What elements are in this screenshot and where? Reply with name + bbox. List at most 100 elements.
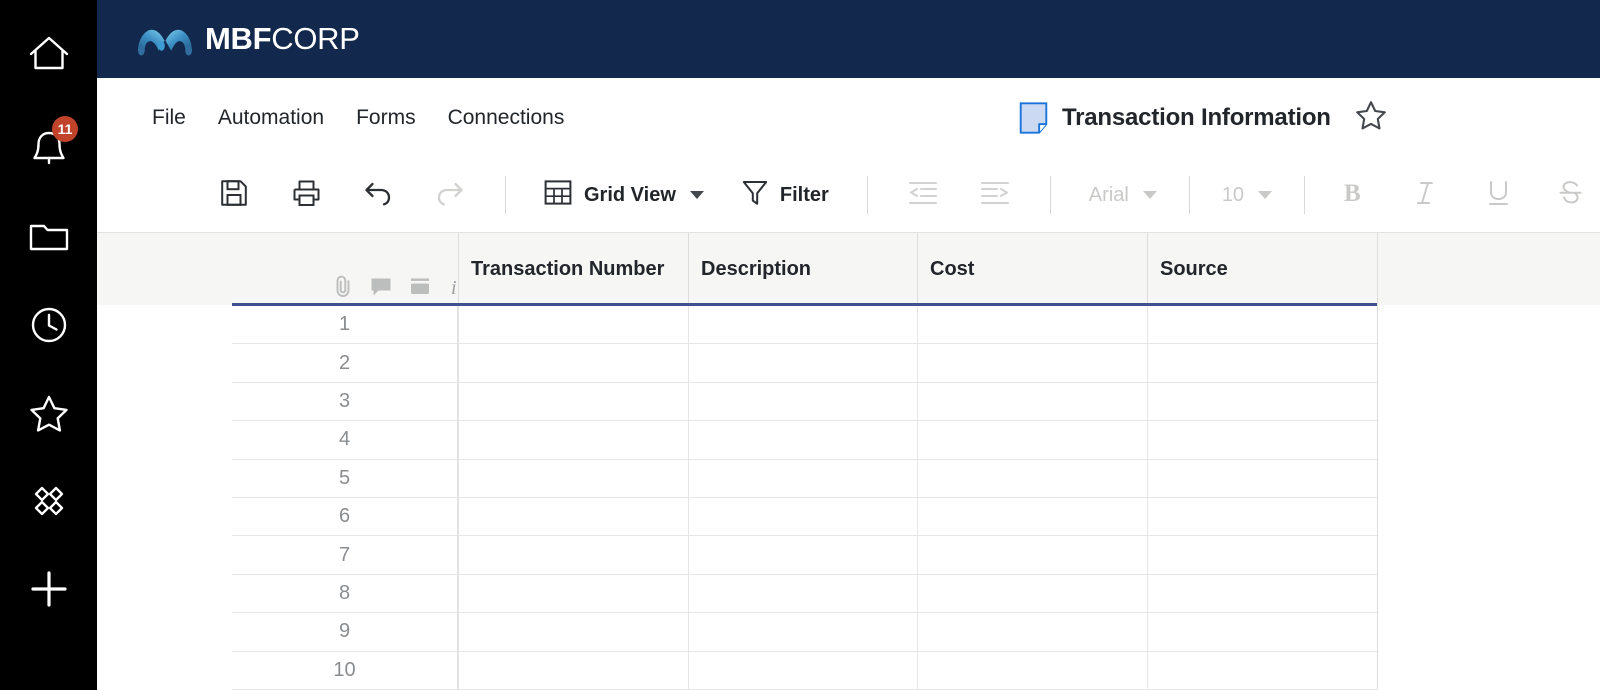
row-number[interactable]: 9 (232, 613, 458, 651)
grid-cell[interactable] (688, 536, 917, 574)
table-row[interactable]: 3 (232, 382, 1378, 422)
grid-cell[interactable] (688, 498, 917, 536)
rail-item-home[interactable] (0, 0, 97, 105)
redo-button[interactable] (427, 172, 473, 218)
grid-cell[interactable] (917, 651, 1147, 689)
table-row[interactable]: 5 (232, 459, 1378, 498)
grid-cell[interactable] (917, 306, 1147, 344)
grid-cell[interactable] (1147, 574, 1378, 613)
grid-cell[interactable] (458, 574, 688, 613)
italic-button[interactable] (1403, 172, 1449, 218)
grid-cell[interactable] (1147, 536, 1378, 574)
row-number[interactable]: 1 (232, 306, 458, 344)
table-row[interactable]: 7 (232, 536, 1378, 575)
font-family-selector[interactable]: Arial (1083, 180, 1163, 211)
undo-button[interactable] (355, 172, 401, 218)
grid-cell[interactable] (1147, 421, 1378, 459)
row-number[interactable]: 3 (232, 382, 458, 421)
comment-icon[interactable] (370, 277, 392, 302)
grid-cell[interactable] (688, 382, 917, 421)
grid-cell[interactable] (458, 613, 688, 651)
strikethrough-button[interactable] (1547, 172, 1593, 218)
underline-button[interactable] (1475, 172, 1521, 218)
brand-logo[interactable]: MBFCORP (136, 21, 360, 57)
table-row[interactable]: 4 (232, 421, 1378, 460)
toolbar-divider-4 (1188, 176, 1190, 214)
grid-view-selector[interactable]: Grid View (538, 175, 710, 215)
chevron-down-icon (1258, 191, 1273, 199)
grid-cell[interactable] (917, 459, 1147, 497)
column-header-cost[interactable]: Cost (917, 233, 1147, 305)
print-button[interactable] (283, 172, 329, 218)
indent-button[interactable] (972, 172, 1018, 218)
menu-item-forms[interactable]: Forms (340, 100, 432, 136)
rail-item-create[interactable] (0, 545, 97, 633)
grid-cell[interactable] (458, 421, 688, 459)
table-row[interactable]: 6 (232, 498, 1378, 537)
grid-cell[interactable] (1147, 459, 1378, 497)
grid-cell[interactable] (688, 574, 917, 613)
grid-cell[interactable] (688, 306, 917, 344)
grid-cell[interactable] (1147, 344, 1378, 382)
rail-item-workapps[interactable] (0, 457, 97, 545)
grid-cell[interactable] (1147, 613, 1378, 651)
table-row[interactable]: 1 (232, 306, 1378, 345)
grid-cell[interactable] (688, 651, 917, 689)
row-number[interactable]: 2 (232, 344, 458, 382)
grid-cell[interactable] (917, 421, 1147, 459)
column-header-source[interactable]: Source (1147, 233, 1378, 305)
table-row[interactable]: 9 (232, 613, 1378, 652)
outdent-button[interactable] (900, 172, 946, 218)
grid-cell[interactable] (458, 536, 688, 574)
grid-cell[interactable] (458, 382, 688, 421)
column-header-description[interactable]: Description (688, 233, 917, 305)
main-area: MBFCORP File Automation Forms Connection… (97, 0, 1600, 690)
row-number[interactable]: 5 (232, 459, 458, 497)
grid-cell[interactable] (688, 344, 917, 382)
menu-item-connections[interactable]: Connections (432, 100, 581, 136)
grid-cell[interactable] (1147, 651, 1378, 689)
attachment-icon[interactable] (333, 275, 353, 302)
grid-cell[interactable] (688, 613, 917, 651)
grid-cell[interactable] (688, 421, 917, 459)
rail-item-browse[interactable] (0, 193, 97, 281)
rail-item-favorites[interactable] (0, 369, 97, 457)
grid-cell[interactable] (1147, 498, 1378, 536)
grid-cell[interactable] (917, 536, 1147, 574)
grid-cell[interactable] (458, 344, 688, 382)
grid-cell[interactable] (917, 344, 1147, 382)
grid-cell[interactable] (688, 459, 917, 497)
grid-cell[interactable] (917, 574, 1147, 613)
table-row[interactable]: 2 (232, 344, 1378, 383)
grid-cell[interactable] (917, 382, 1147, 421)
save-button[interactable] (211, 172, 257, 218)
row-actions-icon[interactable] (409, 277, 431, 302)
rail-item-recents[interactable] (0, 281, 97, 369)
table-row[interactable]: 10 (232, 651, 1378, 690)
row-number[interactable]: 7 (232, 536, 458, 574)
grid-cell[interactable] (458, 306, 688, 344)
grid-cell[interactable] (1147, 382, 1378, 421)
table-row[interactable]: 8 (232, 574, 1378, 614)
menu-item-automation[interactable]: Automation (202, 100, 340, 136)
grid-cell[interactable] (917, 613, 1147, 651)
grid-cell[interactable] (458, 651, 688, 689)
row-number[interactable]: 6 (232, 498, 458, 536)
row-number[interactable]: 8 (232, 574, 458, 613)
rail-item-notifications[interactable]: 11 (0, 105, 97, 193)
row-number[interactable]: 10 (232, 651, 458, 689)
italic-icon (1414, 179, 1438, 212)
grid-cell[interactable] (458, 498, 688, 536)
column-header-transaction-number[interactable]: Transaction Number (458, 233, 688, 305)
sheet-grid[interactable]: i Transaction Number Description Cost So… (97, 233, 1600, 690)
menu-item-file[interactable]: File (136, 100, 202, 136)
favorite-toggle[interactable] (1355, 100, 1387, 136)
row-number[interactable]: 4 (232, 421, 458, 459)
grid-cell[interactable] (1147, 306, 1378, 344)
menu-bar: File Automation Forms Connections Transa… (97, 78, 1600, 158)
filter-button[interactable]: Filter (736, 175, 835, 216)
font-size-selector[interactable]: 10 (1216, 180, 1278, 211)
grid-cell[interactable] (458, 459, 688, 497)
bold-button[interactable]: B (1331, 172, 1377, 218)
grid-cell[interactable] (917, 498, 1147, 536)
